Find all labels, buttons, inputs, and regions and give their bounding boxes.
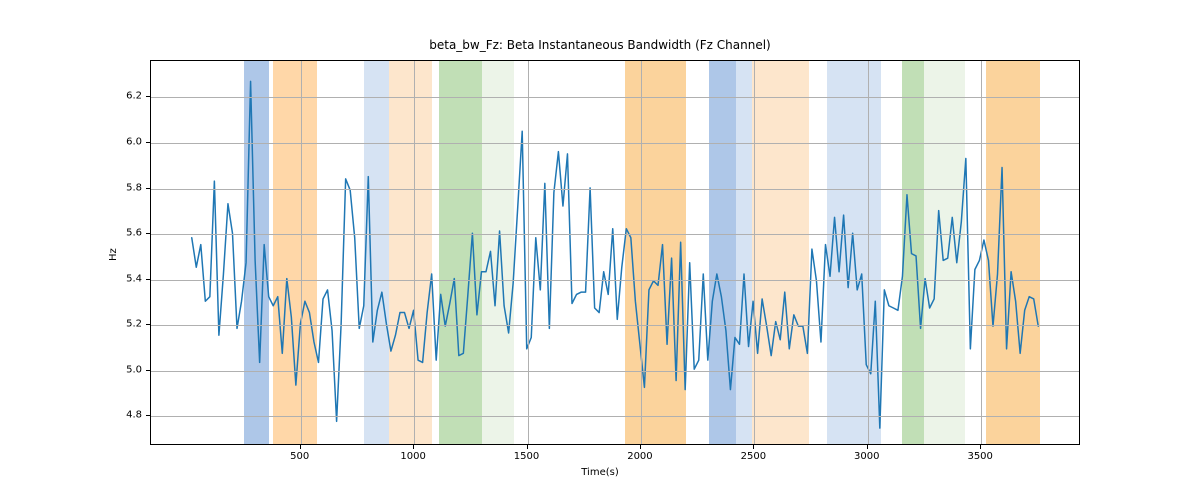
x-tick-label: 1500 [514,451,539,462]
gridline [151,189,1079,190]
y-tick-mark [146,142,150,143]
x-tick-label: 2000 [627,451,652,462]
line-series [151,61,1079,444]
x-tick-label: 2500 [741,451,766,462]
y-tick-label: 6.0 [120,137,142,148]
y-tick-label: 5.0 [120,364,142,375]
chart-title: beta_bw_Fz: Beta Instantaneous Bandwidth… [0,38,1200,52]
gridline [868,61,869,444]
gridline [151,97,1079,98]
gridline [301,61,302,444]
y-tick-mark [146,370,150,371]
gridline [151,371,1079,372]
y-tick-mark [146,415,150,416]
x-tick-mark [980,445,981,449]
gridline [151,143,1079,144]
y-tick-label: 5.6 [120,228,142,239]
x-tick-mark [753,445,754,449]
y-tick-label: 5.8 [120,182,142,193]
plot-area [150,60,1080,445]
gridline [414,61,415,444]
gridline [528,61,529,444]
figure: beta_bw_Fz: Beta Instantaneous Bandwidth… [0,0,1200,500]
gridline [641,61,642,444]
x-tick-mark [527,445,528,449]
x-tick-mark [640,445,641,449]
gridline [151,234,1079,235]
x-tick-mark [300,445,301,449]
x-tick-label: 3500 [967,451,992,462]
x-tick-label: 500 [290,451,309,462]
gridline [151,325,1079,326]
x-tick-label: 3000 [854,451,879,462]
y-tick-label: 4.8 [120,410,142,421]
y-tick-label: 5.4 [120,273,142,284]
y-tick-mark [146,233,150,234]
y-tick-label: 6.2 [120,91,142,102]
x-axis-label: Time(s) [0,467,1200,478]
gridline [754,61,755,444]
y-tick-mark [146,324,150,325]
gridline [981,61,982,444]
x-tick-mark [413,445,414,449]
gridline [151,280,1079,281]
x-tick-label: 1000 [400,451,425,462]
x-tick-mark [867,445,868,449]
y-axis-label: Hz [108,248,119,261]
y-tick-mark [146,279,150,280]
y-tick-mark [146,96,150,97]
gridline [151,416,1079,417]
y-tick-label: 5.2 [120,319,142,330]
y-tick-mark [146,188,150,189]
